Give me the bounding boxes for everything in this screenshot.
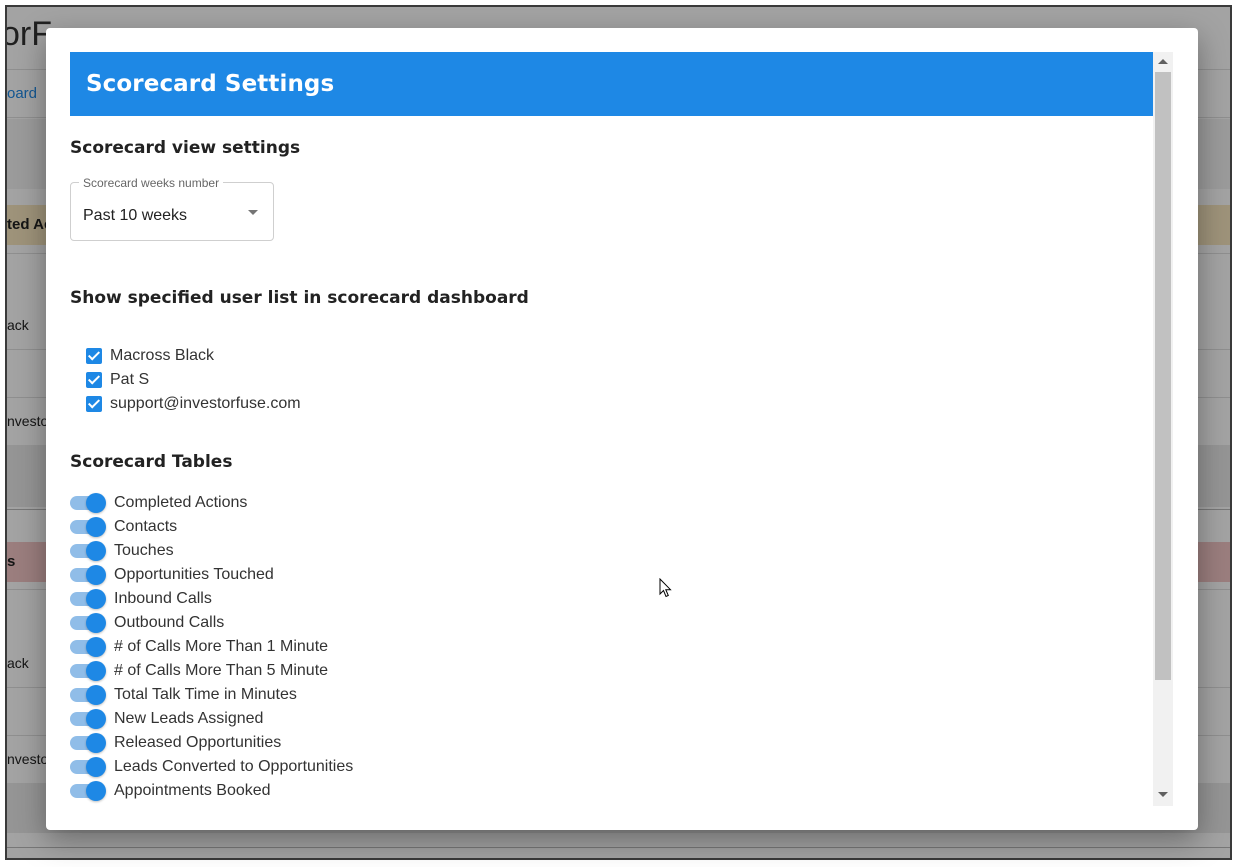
toggle-switch[interactable]	[70, 779, 106, 803]
table-toggle-row[interactable]: Appointments Booked	[70, 779, 1153, 803]
weeks-number-select[interactable]: Scorecard weeks number Past 10 weeks	[70, 176, 274, 241]
table-toggle-row[interactable]: Released Opportunities	[70, 731, 1153, 755]
toggle-switch[interactable]	[70, 515, 106, 539]
toggle-switch[interactable]	[70, 731, 106, 755]
dialog-scrollbar[interactable]	[1153, 52, 1173, 806]
table-toggle-row[interactable]: Contacts	[70, 515, 1153, 539]
table-toggle-label: Total Talk Time in Minutes	[114, 686, 297, 703]
table-toggle-row[interactable]: Completed Actions	[70, 491, 1153, 515]
user-checkbox-row[interactable]: support@investorfuse.com	[86, 392, 1153, 416]
toggle-switch[interactable]	[70, 659, 106, 683]
toggle-switch[interactable]	[70, 635, 106, 659]
table-toggle-label: # of Calls More Than 1 Minute	[114, 638, 329, 655]
toggle-switch[interactable]	[70, 539, 106, 563]
scorecard-settings-dialog: Scorecard Settings Scorecard view settin…	[46, 28, 1198, 830]
table-toggle-row[interactable]: # of Calls More Than 5 Minute	[70, 659, 1153, 683]
table-toggle-label: Opportunities Touched	[114, 566, 274, 583]
table-toggle-row[interactable]: Touches	[70, 539, 1153, 563]
scrollbar-thumb[interactable]	[1155, 72, 1171, 680]
dialog-content: Scorecard Settings Scorecard view settin…	[70, 52, 1153, 806]
checkbox-checked-icon[interactable]	[86, 372, 102, 388]
scorecard-tables-heading: Scorecard Tables	[70, 452, 233, 472]
table-toggle-label: Released Opportunities	[114, 734, 282, 751]
table-toggle-row[interactable]: New Leads Assigned	[70, 707, 1153, 731]
table-toggle-label: Leads Converted to Opportunities	[114, 758, 354, 775]
toggle-switch[interactable]	[70, 563, 106, 587]
dialog-header: Scorecard Settings	[70, 52, 1153, 116]
toggle-switch[interactable]	[70, 755, 106, 779]
table-toggle-row[interactable]: Total Talk Time in Minutes	[70, 683, 1153, 707]
table-toggle-row[interactable]: # of Calls More Than 1 Minute	[70, 635, 1153, 659]
user-label: Macross Black	[110, 347, 215, 364]
table-toggle-label: Touches	[114, 542, 174, 559]
table-toggle-label: # of Calls More Than 5 Minute	[114, 662, 329, 679]
table-toggle-row[interactable]: Leads Converted to Opportunities	[70, 755, 1153, 779]
user-checkbox-row[interactable]: Pat S	[86, 368, 1153, 392]
checkbox-checked-icon[interactable]	[86, 396, 102, 412]
user-checkbox-row[interactable]: Macross Black	[86, 344, 1153, 368]
user-label: support@investorfuse.com	[110, 395, 301, 412]
toggle-switch[interactable]	[70, 491, 106, 515]
user-list-heading: Show specified user list in scorecard da…	[70, 288, 529, 308]
table-toggle-label: Completed Actions	[114, 494, 248, 511]
toggle-switch[interactable]	[70, 587, 106, 611]
caret-down-icon	[248, 210, 258, 215]
toggle-switch[interactable]	[70, 683, 106, 707]
weeks-number-value: Past 10 weeks	[83, 207, 188, 224]
user-checklist: Macross Black Pat S support@investorfuse…	[70, 344, 1153, 416]
mouse-pointer-icon	[659, 578, 672, 598]
dialog-title: Scorecard Settings	[86, 71, 335, 97]
table-toggle-label: Outbound Calls	[114, 614, 225, 631]
weeks-number-label: Scorecard weeks number	[79, 176, 224, 190]
view-settings-heading: Scorecard view settings	[70, 138, 301, 158]
user-label: Pat S	[110, 371, 150, 388]
scorecard-tables-list: Completed Actions Contacts Touches Oppor…	[70, 491, 1153, 803]
checkbox-checked-icon[interactable]	[86, 348, 102, 364]
table-toggle-row[interactable]: Opportunities Touched	[70, 563, 1153, 587]
toggle-switch[interactable]	[70, 611, 106, 635]
toggle-switch[interactable]	[70, 707, 106, 731]
table-toggle-label: New Leads Assigned	[114, 710, 264, 727]
table-toggle-label: Inbound Calls	[114, 590, 212, 607]
table-toggle-row[interactable]: Outbound Calls	[70, 611, 1153, 635]
scroll-down-arrow-icon[interactable]	[1158, 792, 1168, 797]
table-toggle-label: Appointments Booked	[114, 782, 271, 799]
scroll-up-arrow-icon[interactable]	[1158, 59, 1168, 64]
table-toggle-row[interactable]: Inbound Calls	[70, 587, 1153, 611]
table-toggle-label: Contacts	[114, 518, 178, 535]
